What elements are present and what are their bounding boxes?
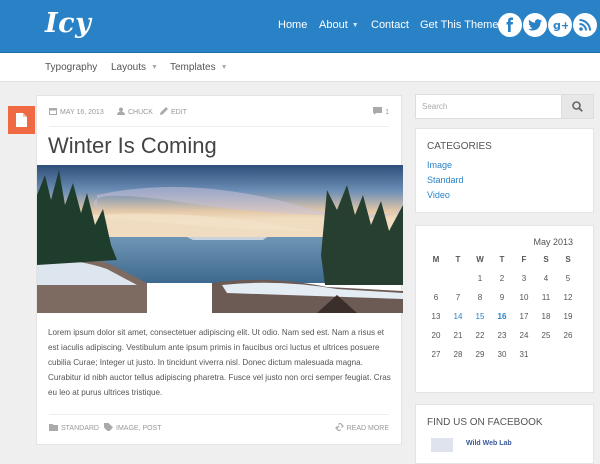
divider bbox=[49, 126, 389, 127]
facebook-icon[interactable] bbox=[498, 13, 522, 37]
category-link-video[interactable]: Video bbox=[427, 190, 450, 200]
calendar-weekday: S bbox=[565, 255, 571, 264]
pencil-icon bbox=[160, 107, 168, 115]
calendar-day: 8 bbox=[477, 293, 483, 302]
calendar-widget: May 2013 M T W T F S S 1 2 3 4 5 6 7 8 9 10 11 12 13 14 15 16 1… bbox=[415, 225, 594, 393]
calendar-day: 13 bbox=[431, 312, 441, 321]
calendar-day[interactable]: 14 bbox=[448, 312, 468, 321]
svg-text:g+: g+ bbox=[553, 19, 568, 32]
category-link-image[interactable]: Image bbox=[427, 160, 452, 170]
widget-title: CATEGORIES bbox=[427, 141, 492, 152]
facebook-widget: FIND US ON FACEBOOK Wild Web Lab bbox=[415, 404, 594, 464]
calendar-day: 30 bbox=[497, 350, 507, 359]
divider bbox=[49, 414, 389, 415]
calendar-day: 31 bbox=[519, 350, 529, 359]
calendar-weekday: S bbox=[543, 255, 549, 264]
comment-icon bbox=[373, 107, 383, 115]
calendar-day: 11 bbox=[541, 293, 551, 302]
calendar-day: 26 bbox=[563, 331, 573, 340]
subnav-layouts[interactable]: Layouts ▼ bbox=[111, 62, 158, 73]
calendar-weekday: M bbox=[432, 255, 440, 264]
calendar-day: 18 bbox=[541, 312, 551, 321]
calendar-day: 21 bbox=[453, 331, 463, 340]
twitter-icon[interactable] bbox=[523, 13, 547, 37]
calendar-day: 22 bbox=[475, 331, 485, 340]
calendar-weekday: T bbox=[455, 255, 461, 264]
category-link-standard[interactable]: Standard bbox=[427, 175, 464, 185]
calendar-day: 23 bbox=[497, 331, 507, 340]
calendar-day: 28 bbox=[453, 350, 463, 359]
search-input[interactable] bbox=[416, 95, 574, 118]
calendar-day: 2 bbox=[499, 274, 505, 283]
post-footer: STANDARD IMAGE, POST READ MORE bbox=[49, 422, 389, 435]
post-tags-link[interactable]: IMAGE, POST bbox=[104, 423, 162, 432]
calendar-day: 16 bbox=[497, 312, 507, 321]
user-icon bbox=[117, 107, 125, 115]
post-edit-link[interactable]: EDIT bbox=[160, 107, 187, 116]
calendar-day: 5 bbox=[565, 274, 571, 283]
document-icon bbox=[16, 113, 27, 127]
calendar-day: 3 bbox=[521, 274, 527, 283]
post-comments-link[interactable]: 1 bbox=[373, 107, 389, 116]
calendar-day: 17 bbox=[519, 312, 529, 321]
subnav-typography[interactable]: Typography bbox=[45, 62, 97, 73]
subnav-templates[interactable]: Templates ▼ bbox=[170, 62, 228, 73]
post-featured-image[interactable] bbox=[37, 165, 403, 313]
calendar-day: 24 bbox=[519, 331, 529, 340]
calendar-day: 25 bbox=[541, 331, 551, 340]
calendar-day: 19 bbox=[563, 312, 573, 321]
search-icon bbox=[572, 101, 583, 112]
header-bar: Icy Home About ▼ Contact Get This Theme g… bbox=[0, 0, 600, 53]
post-title[interactable]: Winter Is Coming bbox=[48, 133, 217, 159]
search-box bbox=[415, 94, 594, 119]
site-logo[interactable]: Icy bbox=[45, 8, 91, 39]
secondary-nav: Typography Layouts ▼ Templates ▼ bbox=[0, 53, 600, 82]
search-button[interactable] bbox=[561, 95, 593, 118]
read-more-link[interactable]: READ MORE bbox=[334, 422, 389, 432]
link-icon bbox=[334, 422, 344, 432]
nav-contact[interactable]: Contact bbox=[371, 19, 409, 31]
calendar-day: 27 bbox=[431, 350, 441, 359]
chevron-down-icon: ▼ bbox=[351, 22, 359, 29]
google-plus-icon[interactable]: g+ bbox=[548, 13, 572, 37]
calendar-day: 4 bbox=[543, 274, 549, 283]
calendar-day: 7 bbox=[455, 293, 461, 302]
calendar-icon bbox=[49, 108, 57, 115]
chevron-down-icon: ▼ bbox=[151, 64, 158, 71]
calendar-day: 1 bbox=[477, 274, 483, 283]
nav-about[interactable]: About ▼ bbox=[319, 19, 359, 31]
calendar-day: 29 bbox=[475, 350, 485, 359]
chevron-down-icon: ▼ bbox=[220, 64, 228, 71]
post-excerpt: Lorem ipsum dolor sit amet, consectetuer… bbox=[48, 328, 391, 397]
calendar-day: 12 bbox=[563, 293, 573, 302]
post-meta: MAY 16, 2013 CHUCK EDIT 1 bbox=[49, 107, 389, 119]
calendar-weekday: T bbox=[499, 255, 505, 264]
post-date[interactable]: MAY 16, 2013 bbox=[49, 107, 104, 116]
categories-widget: CATEGORIES Image Standard Video bbox=[415, 128, 594, 213]
folder-icon bbox=[49, 424, 58, 431]
rss-icon[interactable] bbox=[573, 13, 597, 37]
calendar-day: 10 bbox=[519, 293, 529, 302]
calendar-day: 20 bbox=[431, 331, 441, 340]
post-author[interactable]: CHUCK bbox=[117, 107, 153, 116]
nav-home[interactable]: Home bbox=[278, 19, 307, 31]
calendar-day[interactable]: 15 bbox=[470, 312, 490, 321]
calendar-weekday: F bbox=[521, 255, 527, 264]
calendar-day: 9 bbox=[499, 293, 505, 302]
post-category-link[interactable]: STANDARD bbox=[49, 423, 99, 432]
calendar-caption: May 2013 bbox=[533, 237, 573, 247]
post-card: MAY 16, 2013 CHUCK EDIT 1 Winter Is Comi… bbox=[36, 95, 403, 445]
widget-title: FIND US ON FACEBOOK bbox=[427, 417, 543, 428]
nav-get-this-theme[interactable]: Get This Theme bbox=[420, 19, 498, 31]
post-format-badge bbox=[8, 106, 35, 134]
calendar-day: 6 bbox=[433, 293, 439, 302]
calendar-weekday: W bbox=[476, 255, 484, 264]
tag-icon bbox=[104, 423, 113, 432]
facebook-page-name[interactable]: Wild Web Lab bbox=[466, 440, 512, 447]
